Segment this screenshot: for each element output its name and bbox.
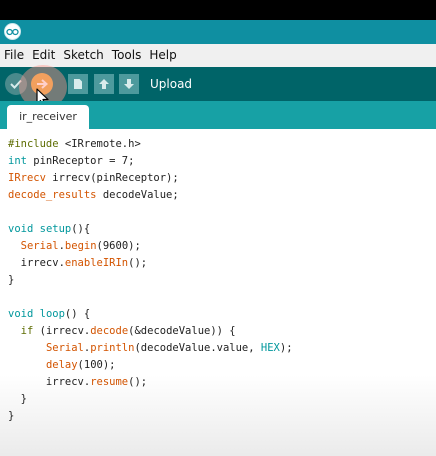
tab-strip: ir_receiver [0, 101, 436, 129]
code-token: println [90, 342, 135, 354]
code-token: irrecv. [8, 257, 65, 269]
code-line[interactable]: } [8, 408, 293, 425]
arrow-right-icon [37, 79, 48, 89]
code-line[interactable] [8, 204, 293, 221]
code-token: (100); [77, 359, 116, 371]
code-token: enableIRIn [64, 257, 129, 269]
code-token: pinReceptor = 7; [26, 155, 135, 167]
code-token: decode_results [8, 189, 97, 201]
new-button[interactable] [68, 74, 88, 94]
code-line[interactable]: void loop() { [8, 306, 293, 323]
arrow-down-icon [124, 79, 134, 89]
code-line[interactable]: delay(100); [8, 357, 293, 374]
code-text[interactable]: #include <IRremote.h> int pinReceptor = 7… [8, 136, 293, 425]
checkmark-icon [10, 79, 22, 89]
code-token: Serial [45, 342, 84, 354]
menu-edit[interactable]: Edit [28, 44, 59, 67]
upload-button[interactable] [31, 73, 53, 95]
verify-button[interactable] [5, 73, 27, 95]
code-line[interactable]: #include <IRremote.h> [8, 136, 293, 153]
code-token: int [8, 155, 27, 167]
code-token: (&decodeValue)) { [128, 325, 236, 337]
code-token: <IRremote.h> [64, 138, 141, 150]
code-token: (9600); [96, 240, 141, 252]
arrow-up-icon [99, 79, 109, 89]
menu-sketch[interactable]: Sketch [59, 44, 107, 67]
code-line[interactable]: Serial.println(decodeValue.value, HEX); [8, 340, 293, 357]
code-token: irrecv. [8, 376, 91, 388]
toolbar-hover-label: Upload [150, 77, 193, 91]
code-token: setup [39, 223, 72, 235]
code-token: delay [45, 359, 78, 371]
open-button[interactable] [94, 74, 114, 94]
code-line[interactable]: void setup(){ [8, 221, 293, 238]
code-token: ); [279, 342, 293, 354]
code-line[interactable]: if (irrecv.decode(&decodeValue)) { [8, 323, 293, 340]
new-file-icon [74, 79, 82, 89]
code-token: (); [128, 257, 148, 269]
menu-tools[interactable]: Tools [108, 44, 146, 67]
code-token: IRrecv [8, 172, 46, 184]
code-token: (){ [71, 223, 91, 235]
code-line[interactable] [8, 289, 293, 306]
save-button[interactable] [119, 74, 139, 94]
code-token: irrecv(pinReceptor); [45, 172, 179, 184]
code-token: if [20, 325, 34, 337]
code-token: Serial [20, 240, 59, 252]
title-bar [0, 20, 436, 44]
top-black-bar [0, 0, 436, 20]
code-token: #include [8, 138, 65, 150]
code-line[interactable]: decode_results decodeValue; [8, 187, 293, 204]
code-line[interactable]: int pinReceptor = 7; [8, 153, 293, 170]
code-token: (); [128, 376, 148, 388]
code-token: decode [90, 325, 129, 337]
code-line[interactable]: } [8, 272, 293, 289]
toolbar: Upload [0, 67, 436, 101]
code-editor[interactable]: #include <IRremote.h> int pinReceptor = 7… [0, 129, 436, 456]
arduino-logo-icon [4, 23, 21, 40]
code-line[interactable]: Serial.begin(9600); [8, 238, 293, 255]
code-token: () { [64, 308, 91, 320]
menu-bar: File Edit Sketch Tools Help [0, 44, 436, 67]
code-line[interactable]: irrecv.resume(); [8, 374, 293, 391]
code-token: begin [64, 240, 97, 252]
code-token: void [8, 308, 34, 320]
code-token: HEX [260, 342, 280, 354]
code-line[interactable]: IRrecv irrecv(pinReceptor); [8, 170, 293, 187]
code-token: resume [90, 376, 129, 388]
menu-file[interactable]: File [0, 44, 28, 67]
code-token: void [8, 223, 34, 235]
code-token: } [8, 274, 15, 286]
menu-help[interactable]: Help [145, 44, 180, 67]
code-token: (irrecv. [33, 325, 91, 337]
code-token: } [8, 410, 15, 422]
code-token: } [8, 393, 27, 405]
code-token: decodeValue; [96, 189, 179, 201]
code-line[interactable]: } [8, 391, 293, 408]
code-token: (decodeValue.value, [134, 342, 261, 354]
code-token: loop [39, 308, 65, 320]
tab-ir-receiver[interactable]: ir_receiver [7, 105, 89, 129]
code-line[interactable]: irrecv.enableIRIn(); [8, 255, 293, 272]
